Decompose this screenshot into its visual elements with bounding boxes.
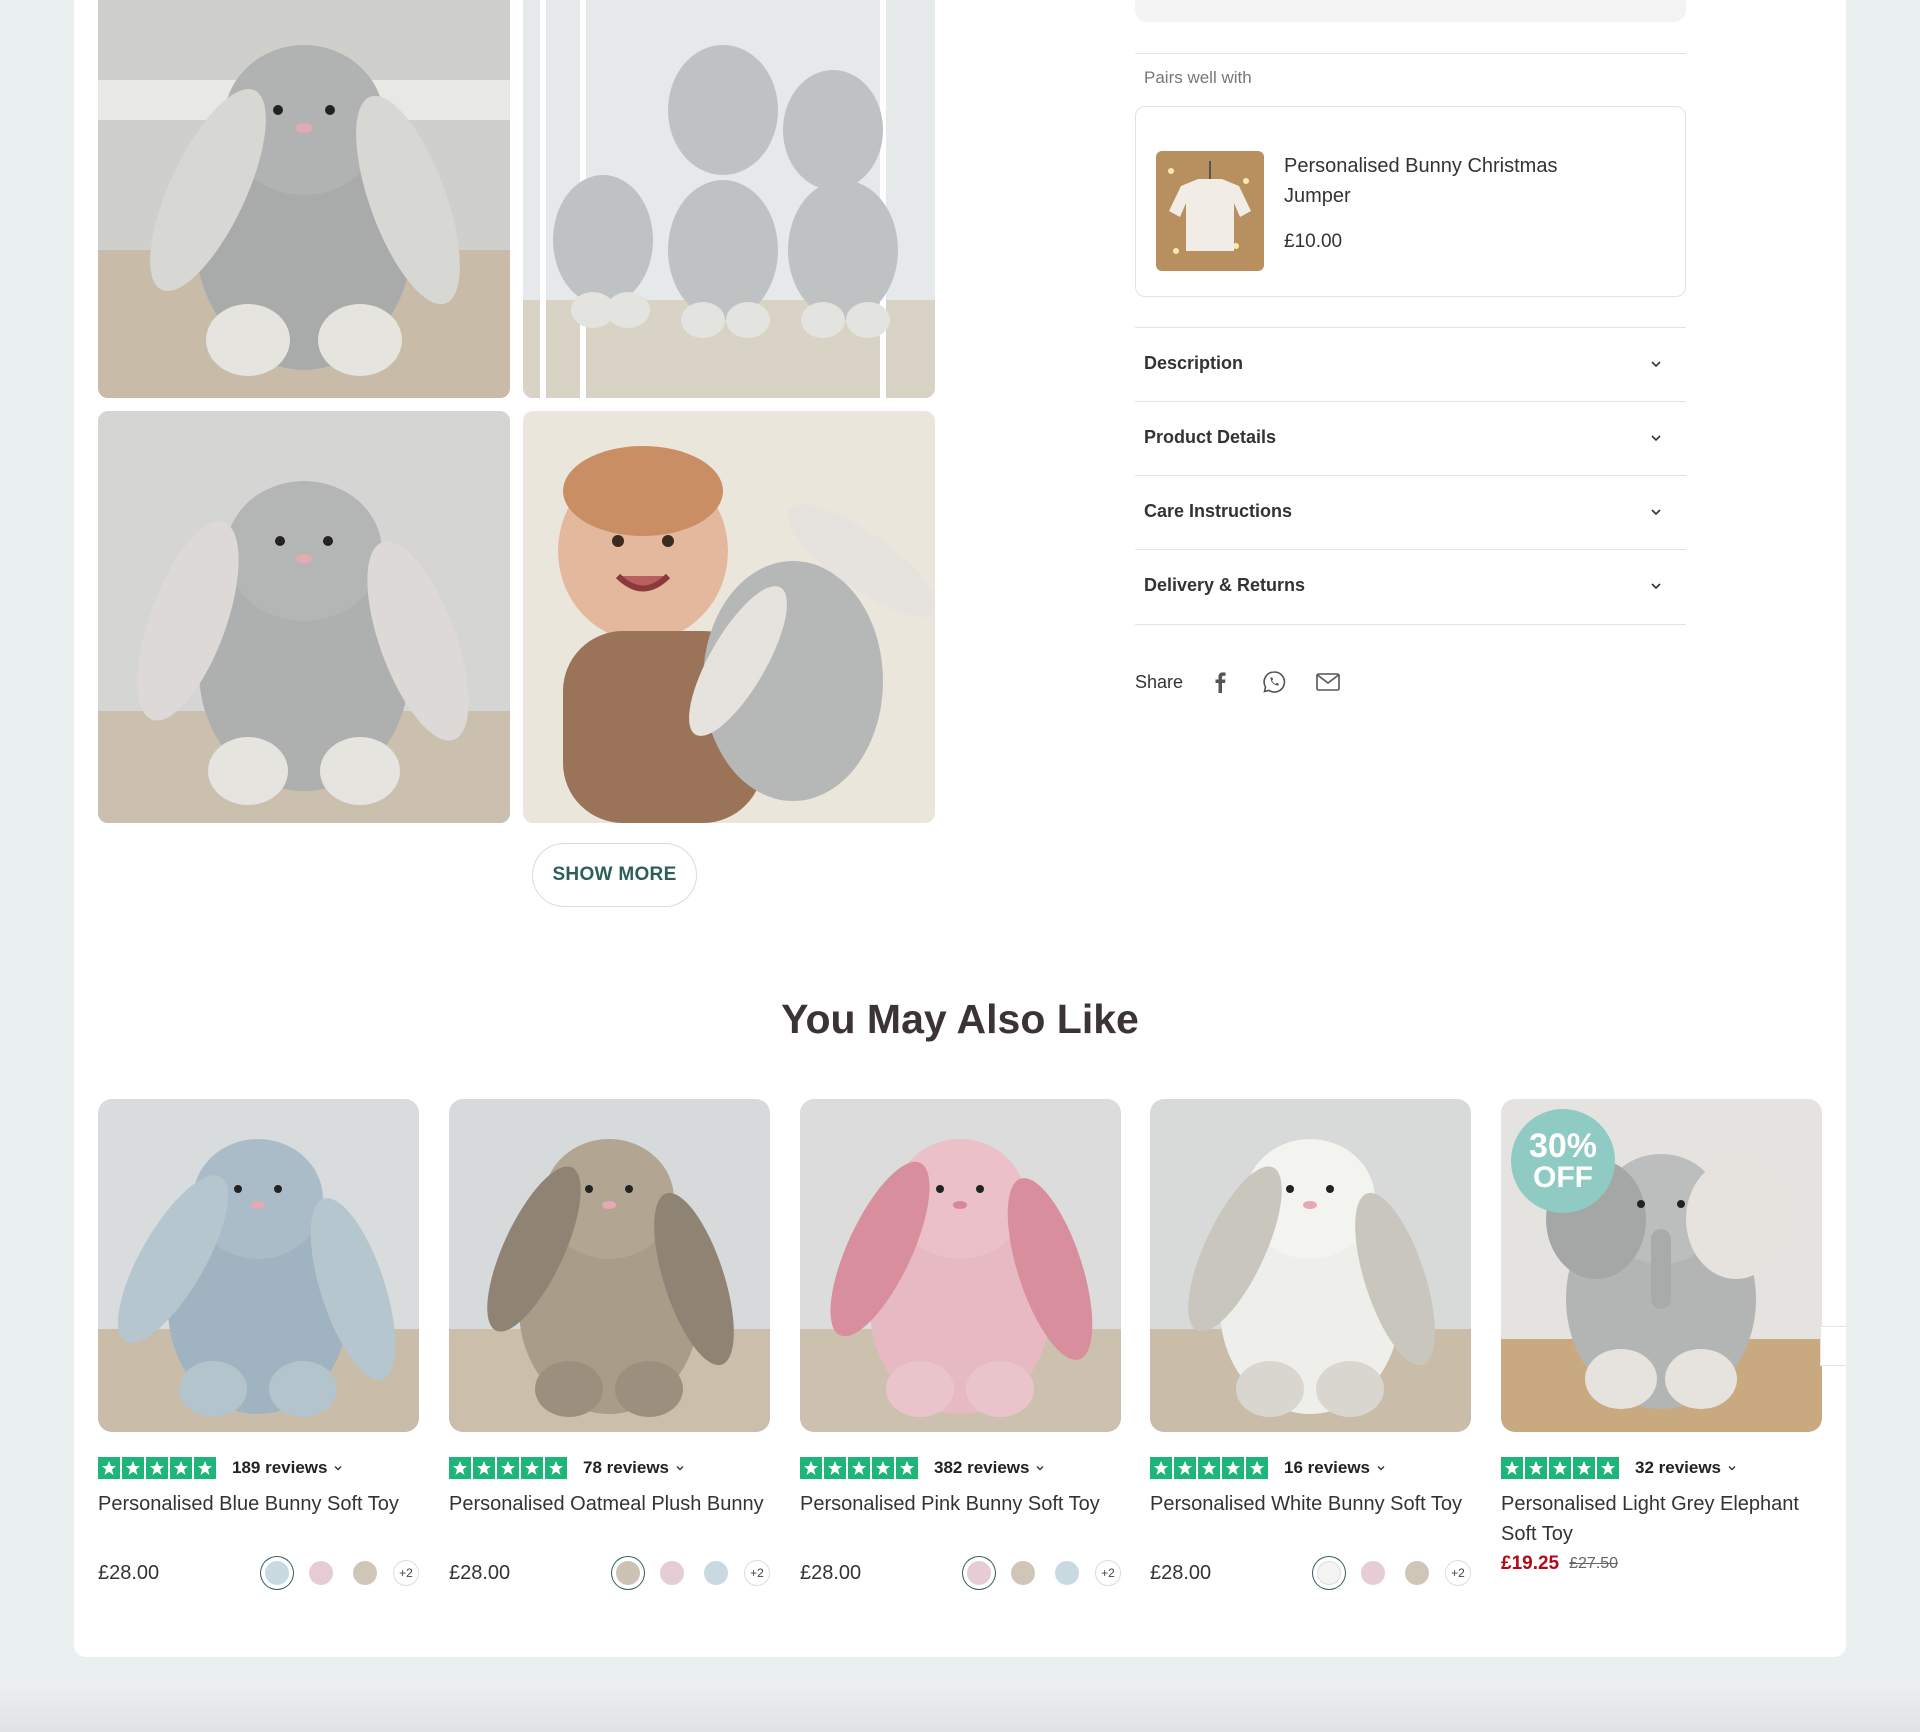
chevron-down-icon bbox=[1651, 582, 1661, 589]
divider bbox=[1135, 53, 1686, 54]
gallery-photo-baby-with-bunny[interactable] bbox=[523, 411, 935, 823]
product-name[interactable]: Personalised Pink Bunny Soft Toy bbox=[800, 1489, 1121, 1549]
badge-percent: 30% bbox=[1528, 1127, 1598, 1165]
product-price: £28.00 bbox=[449, 1561, 511, 1584]
swatch-pink[interactable] bbox=[1361, 1561, 1385, 1585]
product-card[interactable]: 16 reviews Personalised White Bunny Soft… bbox=[1150, 1099, 1471, 1591]
footer-strip bbox=[0, 1682, 1920, 1732]
product-image[interactable] bbox=[1150, 1099, 1471, 1432]
rating-row[interactable]: 189 reviews bbox=[98, 1457, 419, 1479]
whatsapp-icon[interactable] bbox=[1257, 665, 1291, 699]
share-label: Share bbox=[1135, 671, 1184, 692]
gallery-photo-grey-bunny[interactable] bbox=[98, 0, 510, 398]
product-price: £28.00 bbox=[800, 1561, 862, 1584]
more-swatches[interactable]: +2 bbox=[1445, 1560, 1471, 1586]
product-name[interactable]: Personalised Blue Bunny Soft Toy bbox=[98, 1489, 419, 1549]
divider bbox=[1135, 624, 1686, 625]
accordion-label: Product Details bbox=[1144, 427, 1277, 447]
accordion-delivery-returns[interactable]: Delivery & Returns bbox=[1135, 549, 1686, 622]
color-swatches: +2 bbox=[241, 1560, 419, 1586]
swatch-pink[interactable] bbox=[309, 1561, 333, 1585]
color-swatches: +2 bbox=[943, 1560, 1121, 1586]
swatch-oatmeal[interactable] bbox=[616, 1561, 640, 1585]
product-card[interactable]: 382 reviews Personalised Pink Bunny Soft… bbox=[800, 1099, 1121, 1591]
carousel-next-tab[interactable] bbox=[1820, 1326, 1846, 1366]
product-image[interactable] bbox=[800, 1099, 1121, 1432]
trustpilot-stars bbox=[1150, 1457, 1270, 1479]
product-card[interactable]: 30% OFF 32 reviews Personalised Light Gr… bbox=[1501, 1099, 1822, 1579]
trustpilot-stars bbox=[449, 1457, 569, 1479]
color-swatches: +2 bbox=[592, 1560, 770, 1586]
accordion-product-details[interactable]: Product Details bbox=[1135, 401, 1686, 474]
product-card[interactable]: 189 reviews Personalised Blue Bunny Soft… bbox=[98, 1099, 419, 1591]
chevron-down-icon bbox=[1728, 1466, 1736, 1471]
chevron-down-icon bbox=[1377, 1466, 1385, 1471]
product-image[interactable] bbox=[98, 1099, 419, 1432]
swatch-oatmeal[interactable] bbox=[1011, 1561, 1035, 1585]
product-name[interactable]: Personalised Light Grey Elephant Soft To… bbox=[1501, 1489, 1822, 1549]
trustpilot-stars bbox=[1501, 1457, 1621, 1479]
product-price: £28.00 bbox=[98, 1561, 160, 1584]
pair-product-image[interactable] bbox=[1156, 151, 1264, 271]
gallery-photo-bunny-pink-text[interactable] bbox=[98, 411, 510, 823]
recommendations-title: You May Also Like bbox=[781, 996, 1139, 1042]
swatch-blue[interactable] bbox=[704, 1561, 728, 1585]
original-price: £27.50 bbox=[1569, 1555, 1619, 1572]
swatch-blue[interactable] bbox=[1055, 1561, 1079, 1585]
badge-off: OFF bbox=[1533, 1161, 1593, 1194]
show-more-button[interactable]: SHOW MORE bbox=[532, 843, 697, 907]
chevron-down-icon bbox=[1036, 1466, 1044, 1471]
accordion-care-instructions[interactable]: Care Instructions bbox=[1135, 475, 1686, 548]
swatch-oatmeal[interactable] bbox=[1405, 1561, 1429, 1585]
rating-row[interactable]: 382 reviews bbox=[800, 1457, 1121, 1479]
chevron-down-icon bbox=[1651, 434, 1661, 441]
chevron-down-icon bbox=[334, 1466, 342, 1471]
more-swatches[interactable]: +2 bbox=[744, 1560, 770, 1586]
swatch-blue[interactable] bbox=[265, 1561, 289, 1585]
accordion-label: Care Instructions bbox=[1144, 501, 1293, 521]
accordion-description[interactable]: Description bbox=[1135, 327, 1686, 400]
swatch-oatmeal[interactable] bbox=[353, 1561, 377, 1585]
pair-product-name[interactable]: Personalised Bunny Christmas Jumper bbox=[1284, 151, 1604, 211]
trustpilot-stars bbox=[800, 1457, 920, 1479]
rating-row[interactable]: 32 reviews bbox=[1501, 1457, 1822, 1479]
swatch-pink[interactable] bbox=[660, 1561, 684, 1585]
facebook-icon[interactable] bbox=[1203, 665, 1237, 699]
more-swatches[interactable]: +2 bbox=[393, 1560, 419, 1586]
gallery-photo-bunny-group[interactable] bbox=[523, 0, 935, 398]
pair-product-price: £10.00 bbox=[1284, 231, 1343, 252]
chevron-down-icon bbox=[1651, 360, 1661, 367]
accordion-label: Description bbox=[1144, 353, 1244, 373]
color-swatches: +2 bbox=[1293, 1560, 1471, 1586]
email-icon[interactable] bbox=[1311, 665, 1345, 699]
review-count: 189 reviews bbox=[232, 1458, 328, 1477]
swatch-white[interactable] bbox=[1317, 1561, 1341, 1585]
product-image[interactable]: 30% OFF bbox=[1501, 1099, 1822, 1432]
share-bar: Share bbox=[1135, 664, 1365, 700]
review-count: 382 reviews bbox=[934, 1458, 1030, 1477]
product-card[interactable]: 78 reviews Personalised Oatmeal Plush Bu… bbox=[449, 1099, 770, 1591]
chevron-down-icon bbox=[676, 1466, 684, 1471]
review-count: 32 reviews bbox=[1635, 1458, 1722, 1477]
pairs-well-with-card[interactable]: Personalised Bunny Christmas Jumper £10.… bbox=[1135, 106, 1686, 297]
chevron-down-icon bbox=[1651, 508, 1661, 515]
accordion-label: Delivery & Returns bbox=[1144, 575, 1306, 595]
product-name[interactable]: Personalised Oatmeal Plush Bunny bbox=[449, 1489, 770, 1549]
product-price: £28.00 bbox=[1150, 1561, 1212, 1584]
rating-row[interactable]: 78 reviews bbox=[449, 1457, 770, 1479]
pairs-well-with-title: Pairs well with bbox=[1144, 68, 1252, 87]
product-name[interactable]: Personalised White Bunny Soft Toy bbox=[1150, 1489, 1471, 1549]
more-swatches[interactable]: +2 bbox=[1095, 1560, 1121, 1586]
form-field-remnant bbox=[1135, 0, 1686, 22]
swatch-pink[interactable] bbox=[967, 1561, 991, 1585]
discount-badge: 30% OFF bbox=[1511, 1109, 1615, 1213]
product-image[interactable] bbox=[449, 1099, 770, 1432]
review-count: 78 reviews bbox=[583, 1458, 670, 1477]
trustpilot-stars bbox=[98, 1457, 218, 1479]
rating-row[interactable]: 16 reviews bbox=[1150, 1457, 1471, 1479]
sale-price: £19.25 bbox=[1501, 1553, 1560, 1574]
review-count: 16 reviews bbox=[1284, 1458, 1371, 1477]
